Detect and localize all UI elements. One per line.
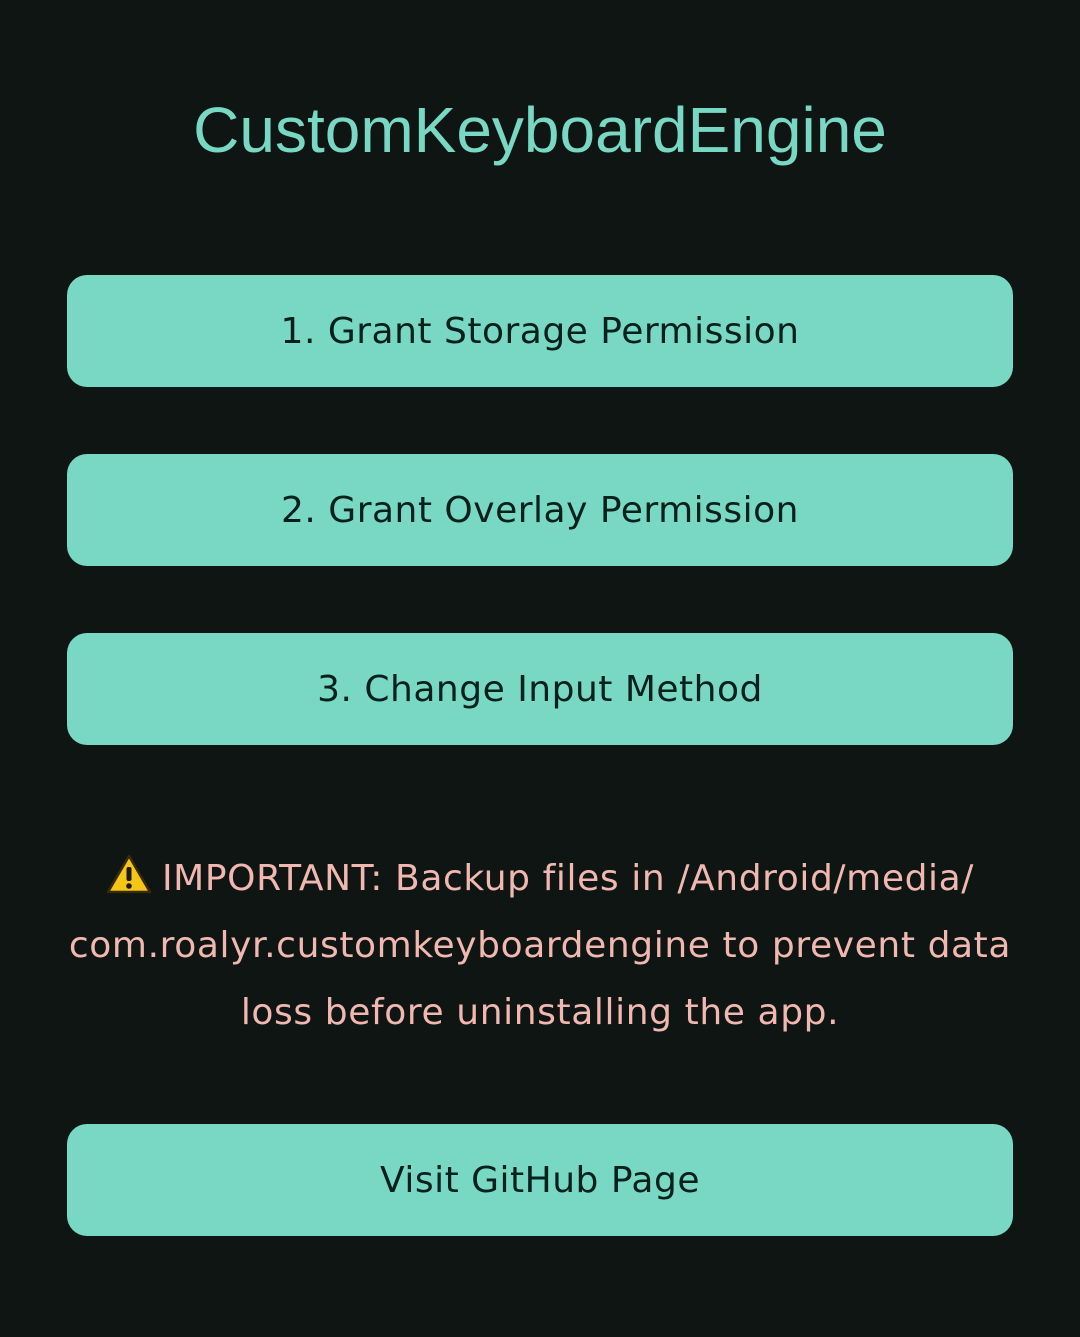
backup-warning: IMPORTANT: Backup files in /Android/medi… <box>40 845 1040 1046</box>
change-input-method-button[interactable]: 3. Change Input Method <box>67 633 1013 745</box>
visit-github-button[interactable]: Visit GitHub Page <box>67 1124 1013 1236</box>
grant-overlay-permission-button[interactable]: 2. Grant Overlay Permission <box>67 454 1013 566</box>
grant-storage-permission-button[interactable]: 1. Grant Storage Permission <box>67 275 1013 387</box>
app-title: CustomKeyboardEngine <box>193 94 887 166</box>
warning-icon <box>106 849 152 894</box>
change-input-method-label: 3. Change Input Method <box>317 668 763 710</box>
visit-github-label: Visit GitHub Page <box>379 1159 700 1201</box>
grant-storage-permission-label: 1. Grant Storage Permission <box>280 310 800 352</box>
grant-overlay-permission-label: 2. Grant Overlay Permission <box>281 489 799 531</box>
warning-text: IMPORTANT: Backup files in /Android/medi… <box>68 858 1012 1033</box>
